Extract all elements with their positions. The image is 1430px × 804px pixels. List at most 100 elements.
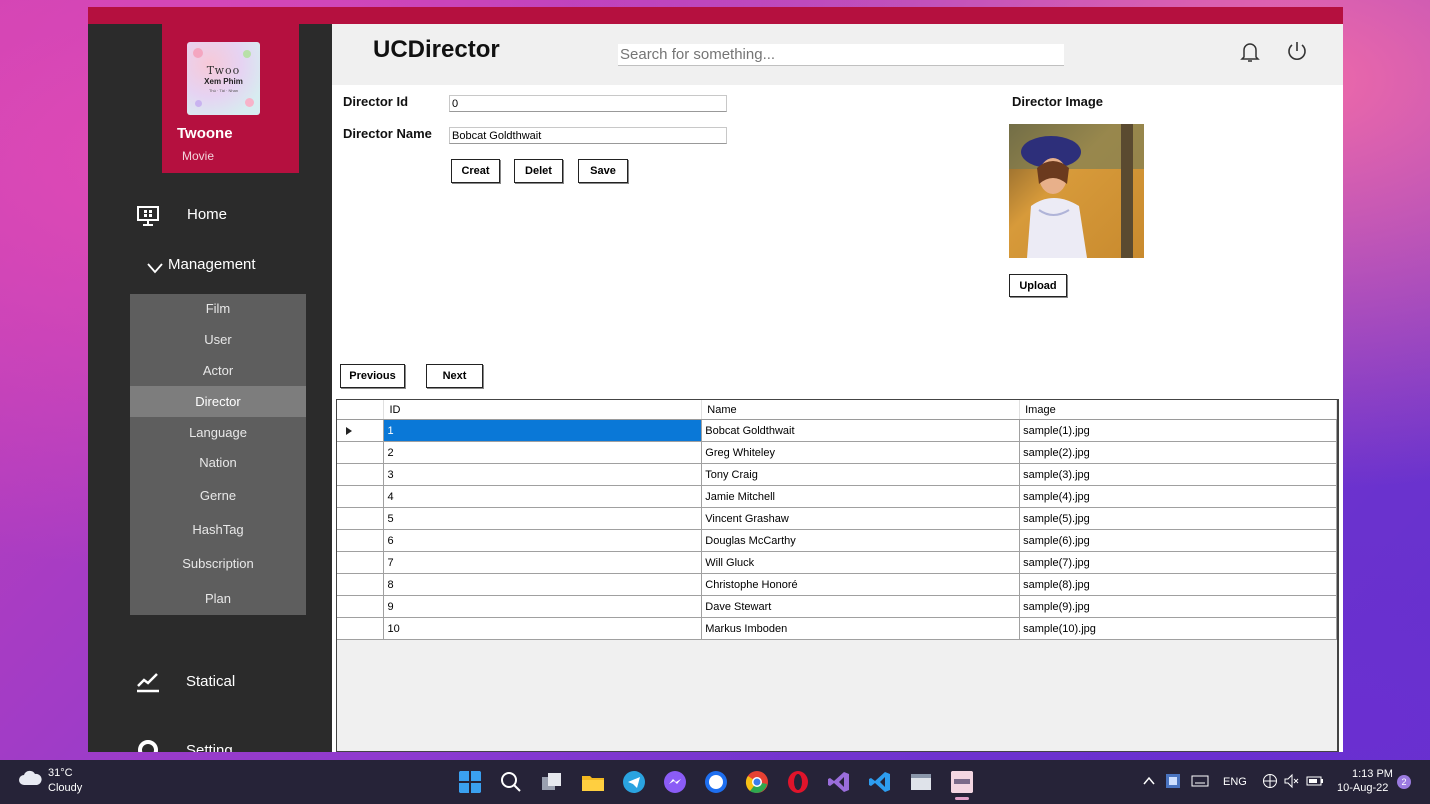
cell-image[interactable]: sample(8).jpg [1019,573,1337,596]
submenu-item-hashtag[interactable]: HashTag [130,514,306,545]
submenu-item-subscription[interactable]: Subscription [130,548,306,579]
submenu-item-user[interactable]: User [130,324,306,355]
network-globe-icon[interactable] [1262,773,1278,789]
row-selector[interactable] [337,551,385,574]
twoone-app-icon[interactable] [950,770,974,794]
submenu-item-film[interactable]: Film [130,293,306,324]
opera-icon[interactable] [786,770,810,794]
volume-muted-icon[interactable] [1284,773,1300,789]
cell-id[interactable]: 3 [383,463,703,486]
previous-button[interactable]: Previous [340,364,405,388]
cell-image[interactable]: sample(6).jpg [1019,529,1337,552]
submenu-item-gerne[interactable]: Gerne [130,480,306,511]
brand-logo: Twoo Xem Phim Thú · Tài · Nhan [187,42,260,115]
row-selector[interactable] [337,485,385,508]
row-selector[interactable] [337,573,385,596]
windows-start-icon[interactable] [458,770,482,794]
cell-image[interactable]: sample(4).jpg [1019,485,1337,508]
upload-button[interactable]: Upload [1009,274,1067,297]
table-row[interactable]: 9 Dave Stewart sample(9).jpg [337,595,1337,618]
tray-app-icon[interactable] [1165,773,1181,789]
power-icon[interactable] [1286,40,1308,62]
cell-name[interactable]: Tony Craig [701,463,1021,486]
messenger-icon[interactable] [663,770,687,794]
cell-image[interactable]: sample(10).jpg [1019,617,1337,640]
create-button[interactable]: Creat [451,159,500,183]
save-button[interactable]: Save [578,159,628,183]
column-header-id[interactable]: ID [383,400,703,420]
cell-image[interactable]: sample(2).jpg [1019,441,1337,464]
cell-id[interactable]: 9 [383,595,703,618]
battery-icon[interactable] [1306,774,1324,788]
telegram-icon[interactable] [622,770,646,794]
director-id-label: Director Id [343,94,409,109]
table-row[interactable]: 10 Markus Imboden sample(10).jpg [337,617,1337,640]
delete-button[interactable]: Delet [514,159,563,183]
cell-name[interactable]: Markus Imboden [701,617,1021,640]
row-selector[interactable] [337,529,385,552]
cell-name[interactable]: Greg Whiteley [701,441,1021,464]
cell-image[interactable]: sample(3).jpg [1019,463,1337,486]
window-app-icon[interactable] [909,770,933,794]
cell-name[interactable]: Dave Stewart [701,595,1021,618]
visual-studio-icon[interactable] [827,770,851,794]
zalo-icon[interactable] [704,770,728,794]
director-id-field[interactable] [449,95,727,112]
row-selector[interactable] [337,419,385,442]
table-row[interactable]: 7 Will Gluck sample(7).jpg [337,551,1337,574]
cell-id[interactable]: 8 [383,573,703,596]
submenu-item-director[interactable]: Director [130,386,306,417]
director-name-field[interactable] [449,127,727,144]
search-input[interactable] [618,44,1064,66]
chrome-icon[interactable] [745,770,769,794]
submenu-item-actor[interactable]: Actor [130,355,306,386]
cell-id[interactable]: 2 [383,441,703,464]
cell-name[interactable]: Will Gluck [701,551,1021,574]
row-selector[interactable] [337,595,385,618]
file-explorer-icon[interactable] [581,770,605,794]
cell-image[interactable]: sample(1).jpg [1019,419,1337,442]
nav-statical-label: Statical [186,673,236,690]
task-view-icon[interactable] [540,770,564,794]
row-selector[interactable] [337,441,385,464]
cell-name[interactable]: Vincent Grashaw [701,507,1021,530]
chevron-up-icon[interactable] [1143,776,1155,786]
table-row[interactable]: 6 Douglas McCarthy sample(6).jpg [337,529,1337,552]
cloud-icon [19,770,42,785]
table-row[interactable]: 3 Tony Craig sample(3).jpg [337,463,1337,486]
bell-icon[interactable] [1240,41,1260,63]
cell-id[interactable]: 4 [383,485,703,508]
submenu-item-language[interactable]: Language [130,417,306,448]
cell-id[interactable]: 5 [383,507,703,530]
keyboard-icon[interactable] [1191,775,1209,787]
cell-image[interactable]: sample(5).jpg [1019,507,1337,530]
cell-image[interactable]: sample(7).jpg [1019,551,1337,574]
cell-id[interactable]: 1 [383,419,703,442]
table-row[interactable]: 8 Christophe Honoré sample(8).jpg [337,573,1337,596]
cell-image[interactable]: sample(9).jpg [1019,595,1337,618]
cell-id[interactable]: 10 [383,617,703,640]
table-row[interactable]: 4 Jamie Mitchell sample(4).jpg [337,485,1337,508]
language-indicator[interactable]: ENG [1223,776,1247,788]
notification-badge[interactable]: 2 [1397,775,1411,789]
cell-name[interactable]: Christophe Honoré [701,573,1021,596]
vscode-icon[interactable] [868,770,892,794]
submenu-item-plan[interactable]: Plan [130,583,306,614]
cell-id[interactable]: 6 [383,529,703,552]
column-header-image[interactable]: Image [1019,400,1337,420]
cell-id[interactable]: 7 [383,551,703,574]
search-icon[interactable] [499,770,523,794]
row-selector[interactable] [337,463,385,486]
table-row[interactable]: 1 Bobcat Goldthwait sample(1).jpg [337,419,1337,442]
monitor-icon [137,206,159,226]
cell-name[interactable]: Bobcat Goldthwait [701,419,1021,442]
table-row[interactable]: 5 Vincent Grashaw sample(5).jpg [337,507,1337,530]
table-row[interactable]: 2 Greg Whiteley sample(2).jpg [337,441,1337,464]
row-selector[interactable] [337,617,385,640]
cell-name[interactable]: Douglas McCarthy [701,529,1021,552]
column-header-name[interactable]: Name [701,400,1021,420]
cell-name[interactable]: Jamie Mitchell [701,485,1021,508]
row-selector[interactable] [337,507,385,530]
next-button[interactable]: Next [426,364,483,388]
submenu-item-nation[interactable]: Nation [130,447,306,478]
